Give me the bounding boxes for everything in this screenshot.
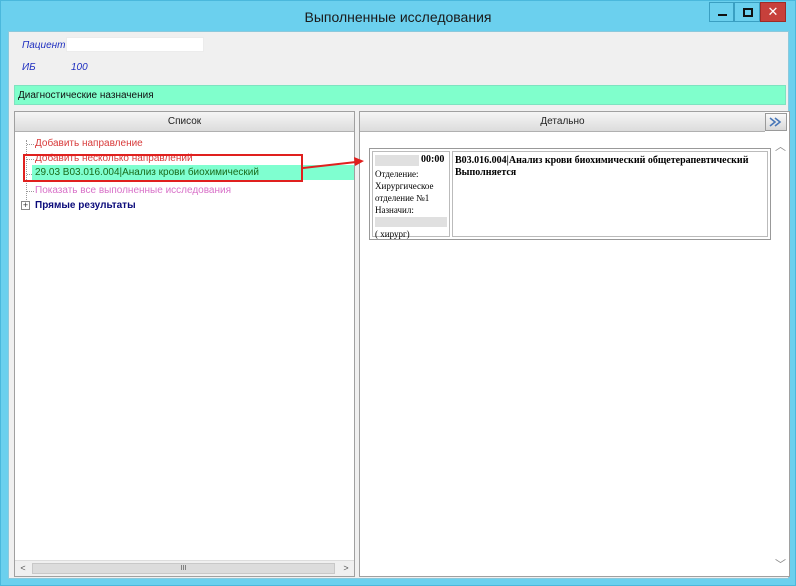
scroll-left-icon[interactable]: < bbox=[15, 561, 31, 576]
detail-panel-header: Детально bbox=[360, 112, 765, 132]
minimize-button[interactable] bbox=[709, 2, 734, 22]
scroll-right-icon[interactable]: > bbox=[338, 561, 354, 576]
close-button[interactable]: ✕ bbox=[760, 2, 786, 22]
main-window: Выполненные исследования ✕ Пациент ИБ 10… bbox=[0, 0, 796, 586]
study-card-body: B03.016.004|Анализ крови биохимический о… bbox=[452, 151, 768, 237]
study-card[interactable]: 00:00 Отделение: Хирургическое отделение… bbox=[369, 148, 771, 240]
study-card-meta: 00:00 Отделение: Хирургическое отделение… bbox=[372, 151, 450, 239]
scroll-up-icon[interactable]: ︿ bbox=[775, 138, 786, 154]
department-label: Отделение: bbox=[375, 169, 419, 179]
plus-box-icon[interactable]: + bbox=[21, 201, 30, 210]
double-arrow-right-icon bbox=[769, 117, 782, 127]
ib-value: 100 bbox=[71, 62, 88, 73]
department-value-line1: Хирургическое bbox=[375, 181, 434, 191]
close-icon: ✕ bbox=[767, 4, 779, 19]
redacted-doctor-name bbox=[375, 217, 447, 227]
tree-item-show-all-studies[interactable]: Показать все выполненные исследования bbox=[35, 185, 231, 196]
tree-line bbox=[27, 191, 34, 192]
detail-panel: Детально ︿ ﹀ 00:00 Отделение: Хирургичес… bbox=[359, 111, 790, 577]
department-value-line2: отделение №1 bbox=[375, 193, 430, 203]
vertical-scrollbar[interactable]: ︿ ﹀ bbox=[773, 134, 789, 576]
tree-item-add-multiple-referrals[interactable]: Добавить несколько направлений bbox=[35, 153, 193, 164]
tree-line bbox=[27, 159, 34, 160]
patient-field[interactable] bbox=[66, 37, 204, 52]
tree-item-selected-label: 29.03 B03.016.004|Анализ крови биохимиче… bbox=[35, 167, 259, 178]
list-panel: Список Добавить направление Добавить нес… bbox=[14, 111, 355, 577]
study-status: Выполняется bbox=[455, 167, 517, 178]
tree-line bbox=[27, 144, 34, 145]
assigned-by-value: ( хирург) bbox=[375, 229, 410, 239]
study-time: 00:00 bbox=[421, 154, 445, 165]
tree-item-selected-study[interactable]: 29.03 B03.016.004|Анализ крови биохимиче… bbox=[32, 165, 354, 180]
tree-line bbox=[26, 140, 27, 202]
maximize-icon bbox=[743, 8, 753, 17]
maximize-button[interactable] bbox=[734, 2, 760, 22]
tree-item-direct-results[interactable]: Прямые результаты bbox=[35, 200, 136, 211]
window-title: Выполненные исследования bbox=[304, 9, 492, 25]
scroll-down-icon[interactable]: ﹀ bbox=[775, 556, 786, 572]
diagnostics-bar[interactable]: Диагностические назначения bbox=[14, 85, 786, 105]
diagnostics-bar-label: Диагностические назначения bbox=[18, 90, 154, 101]
study-title: B03.016.004|Анализ крови биохимический о… bbox=[455, 155, 749, 166]
client-area: Пациент ИБ 100 Диагностические назначени… bbox=[8, 31, 790, 579]
patient-label: Пациент bbox=[22, 40, 66, 51]
tree-item-add-referral[interactable]: Добавить направление bbox=[35, 138, 143, 149]
horizontal-scrollbar[interactable]: < III > bbox=[15, 560, 354, 576]
title-bar[interactable]: Выполненные исследования ✕ bbox=[1, 1, 795, 31]
assigned-by-label: Назначил: bbox=[375, 205, 414, 215]
scroll-thumb[interactable]: III bbox=[32, 563, 335, 574]
detail-action-button[interactable] bbox=[765, 113, 787, 131]
list-panel-header: Список bbox=[15, 112, 354, 132]
ib-label: ИБ bbox=[22, 62, 36, 73]
minimize-icon bbox=[718, 14, 727, 16]
redacted-date bbox=[375, 155, 419, 166]
